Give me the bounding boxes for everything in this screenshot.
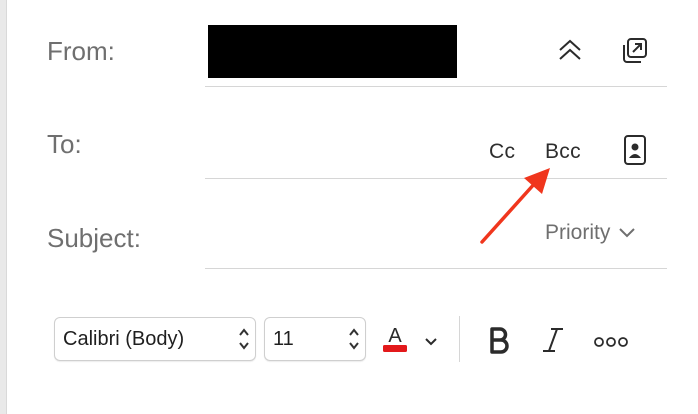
subject-divider <box>205 268 667 269</box>
font-size-value: 11 <box>273 327 294 350</box>
italic-icon[interactable] <box>541 325 565 360</box>
text-color-chevron-icon[interactable] <box>424 334 438 352</box>
chevron-down-icon <box>618 221 636 245</box>
toolbar-separator <box>459 316 460 362</box>
annotation-arrow <box>480 168 550 244</box>
stepper-icon <box>233 326 255 352</box>
font-size-select[interactable]: 11 <box>264 317 366 361</box>
text-color-icon[interactable]: A <box>381 323 409 360</box>
to-divider <box>205 178 667 179</box>
from-label: From: <box>47 36 115 66</box>
collapse-up-icon[interactable] <box>557 38 583 67</box>
svg-text:A: A <box>388 325 402 347</box>
more-icon[interactable] <box>594 335 628 353</box>
address-book-icon[interactable] <box>623 134 647 171</box>
to-label: To: <box>47 129 82 159</box>
from-divider <box>205 86 667 87</box>
stepper-icon <box>343 326 365 352</box>
compose-header-panel: From: To: Cc Bcc Subject: Priority Calib… <box>6 0 698 414</box>
from-account-redacted[interactable] <box>208 25 457 78</box>
popout-icon[interactable] <box>621 37 649 70</box>
font-family-value: Calibri (Body) <box>63 327 185 350</box>
font-family-select[interactable]: Calibri (Body) <box>54 317 256 361</box>
subject-label: Subject: <box>47 223 141 253</box>
bold-icon[interactable] <box>487 325 511 360</box>
